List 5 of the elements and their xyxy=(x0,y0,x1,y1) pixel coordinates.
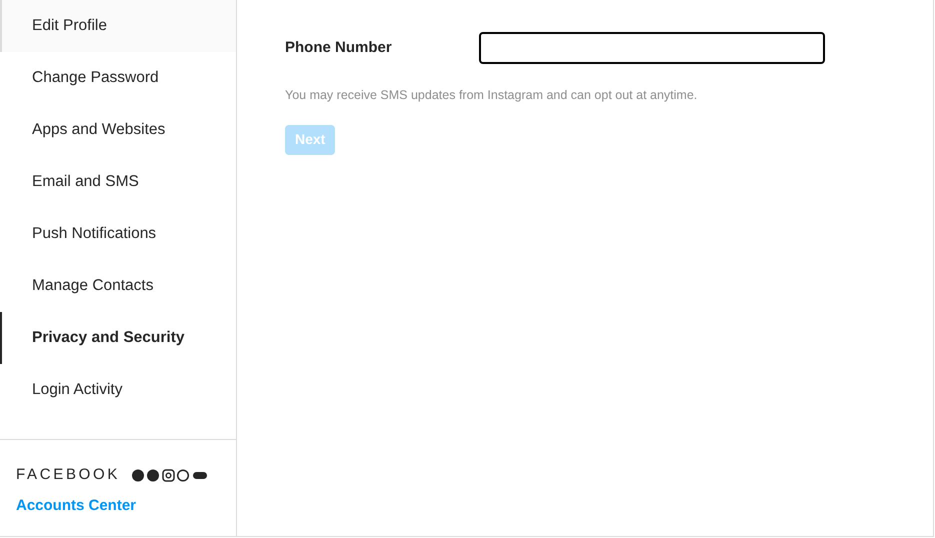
phone-number-field[interactable] xyxy=(479,32,825,64)
field-label: Phone Number xyxy=(285,38,393,58)
sms-note: You may receive SMS updates from Instagram and can opt out at anytime. xyxy=(285,87,698,104)
sidebar-item[interactable]: Edit Profile xyxy=(0,0,236,52)
brand-wordmark: FACEBOOK xyxy=(16,465,120,485)
